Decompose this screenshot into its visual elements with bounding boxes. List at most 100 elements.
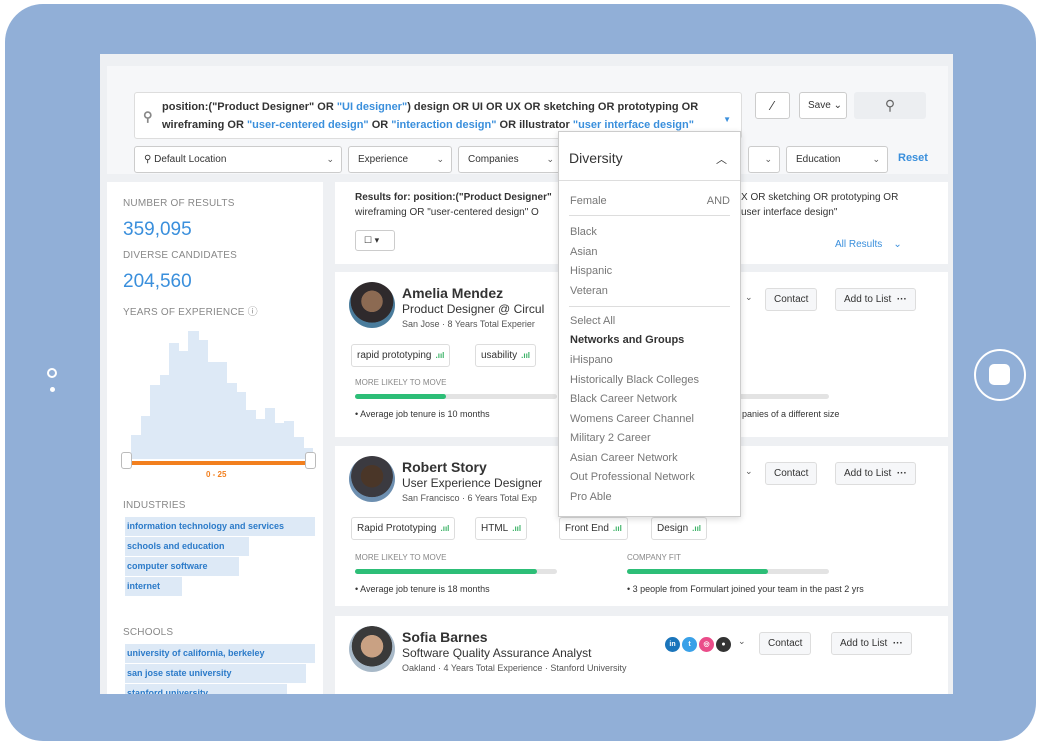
query-fragment: OR: [486, 101, 503, 113]
candidate-details: San Jose · 8 Years Total Experier: [402, 319, 535, 329]
skill-tag[interactable]: Design .ııl: [651, 517, 708, 540]
reset-link[interactable]: Reset: [898, 152, 928, 164]
facet-item[interactable]: schools and education: [125, 537, 249, 556]
histogram-bar: [198, 340, 209, 459]
candidate-name[interactable]: Amelia Mendez: [402, 285, 503, 301]
histogram-bar: [226, 383, 237, 459]
chevron-down-icon: ⌄: [326, 154, 334, 164]
diversity-option[interactable]: Pro Able: [570, 491, 612, 503]
diversity-option[interactable]: Veteran: [570, 285, 608, 297]
histogram-bar: [159, 375, 170, 459]
diversity-option[interactable]: Black: [570, 226, 597, 238]
candidate-name[interactable]: Robert Story: [402, 459, 487, 475]
location-label: Default Location: [154, 154, 227, 165]
query-fragment: UI: [468, 101, 487, 113]
skill-label: Design: [657, 523, 689, 534]
move-meter: [355, 569, 557, 574]
skill-tag[interactable]: rapid prototyping .ııl: [351, 344, 451, 367]
chevron-down-icon[interactable]: ⌄: [745, 466, 753, 477]
results-line2-right: user interface design": [741, 207, 838, 218]
home-button[interactable]: [974, 349, 1026, 401]
github-icon[interactable]: ●: [716, 637, 731, 652]
search-button[interactable]: ⚲: [854, 92, 926, 119]
add-to-list-button[interactable]: Add to List ···: [831, 632, 912, 655]
education-filter[interactable]: Education ⌄: [786, 146, 888, 173]
location-filter[interactable]: ⚲ Default Location ⌄: [134, 146, 342, 173]
diversity-option[interactable]: iHispano: [570, 354, 613, 366]
and-toggle[interactable]: AND: [707, 195, 730, 207]
schools-label: SCHOOLS: [123, 627, 174, 638]
query-fragment: OR: [523, 101, 541, 113]
diversity-dropdown[interactable]: Diversity ︿ AND Female Black Asian Hispanic…: [558, 131, 741, 517]
contact-button[interactable]: Contact: [765, 288, 818, 311]
skill-tag[interactable]: Rapid Prototyping .ııl: [351, 517, 456, 540]
magic-wand-button[interactable]: ⁄: [755, 92, 790, 119]
tenure-value: Average job tenure is 18 months: [360, 584, 490, 594]
diversity-option[interactable]: Out Professional Network: [570, 471, 695, 483]
skill-tag[interactable]: usability .ııl: [475, 344, 537, 367]
facet-item[interactable]: information technology and services: [125, 517, 315, 536]
diversity-option[interactable]: Womens Career Channel: [570, 413, 694, 425]
dribbble-icon[interactable]: ◎: [699, 637, 714, 652]
company-fit-value: 3 people from Formulart joined your team…: [632, 584, 864, 594]
chevron-down-icon[interactable]: ⌄: [738, 636, 746, 647]
signal-icon: .ııl: [692, 524, 702, 533]
chevron-down-icon[interactable]: ⌄: [745, 292, 753, 303]
histogram-bar: [150, 384, 161, 459]
chevron-down-icon: ⌄: [436, 154, 444, 164]
tenure-text: • Average job tenure is 10 months: [355, 409, 490, 419]
avatar: [349, 456, 395, 502]
skill-tag[interactable]: Front End .ııl: [559, 517, 628, 540]
signal-icon: .ııl: [612, 524, 622, 533]
candidate-card[interactable]: Sofia Barnes Software Quality Assurance …: [335, 616, 948, 694]
skill-tag[interactable]: HTML .ııl: [475, 517, 528, 540]
save-button[interactable]: Save ⌄: [799, 92, 847, 119]
contact-button[interactable]: Contact: [759, 632, 812, 655]
chevron-up-icon[interactable]: ︿: [716, 151, 727, 167]
histogram-bar: [217, 361, 228, 459]
skill-label: HTML: [481, 523, 509, 534]
range-handle-max[interactable]: [305, 452, 316, 469]
companies-filter[interactable]: Companies ⌄: [458, 146, 562, 173]
diversity-option[interactable]: Select All: [570, 315, 615, 327]
diversity-option[interactable]: Hispanic: [570, 265, 612, 277]
more-icon[interactable]: ···: [893, 638, 903, 649]
histogram-bar: [255, 418, 266, 459]
linkedin-icon[interactable]: in: [665, 637, 680, 652]
search-icon: ⚲: [884, 97, 896, 113]
diversity-option[interactable]: Asian: [570, 246, 598, 258]
chevron-down-icon: ⌄: [872, 154, 880, 164]
signal-icon: .ııl: [435, 351, 445, 360]
facet-item[interactable]: san jose state university: [125, 664, 306, 683]
facet-item[interactable]: stanford university: [125, 684, 287, 694]
diversity-title: Diversity: [569, 150, 623, 166]
select-all-checkbox[interactable]: ☐ ▾: [355, 230, 395, 251]
results-line2: wireframing OR "user-centered design" O: [355, 207, 539, 218]
experience-filter[interactable]: Experience ⌄: [348, 146, 452, 173]
facet-item[interactable]: university of california, berkeley: [125, 644, 315, 663]
diversity-option[interactable]: Female: [570, 195, 607, 207]
skill-label: Front End: [565, 523, 609, 534]
chevron-down-icon: ⌄: [546, 154, 554, 164]
diversity-option[interactable]: Asian Career Network: [570, 452, 678, 464]
chevron-down-icon[interactable]: ▼: [723, 111, 731, 129]
range-handle-min[interactable]: [121, 452, 132, 469]
diversity-option[interactable]: Historically Black Colleges: [570, 374, 699, 386]
skills-filter[interactable]: ⌄: [748, 146, 780, 173]
facet-item[interactable]: computer software: [125, 557, 239, 576]
more-icon[interactable]: ···: [897, 294, 907, 305]
experience-label: Experience: [358, 154, 409, 165]
contact-button[interactable]: Contact: [765, 462, 818, 485]
experience-range-track[interactable]: [129, 461, 315, 465]
twitter-icon[interactable]: t: [682, 637, 697, 652]
candidate-name[interactable]: Sofia Barnes: [402, 629, 488, 645]
diversity-option[interactable]: Military 2 Career: [570, 432, 651, 444]
diversity-option[interactable]: Black Career Network: [570, 393, 677, 405]
stats-sidebar: NUMBER OF RESULTS 359,095 DIVERSE CANDID…: [107, 182, 323, 694]
facet-item[interactable]: internet: [125, 577, 182, 596]
all-results-dropdown[interactable]: All Results ⌄: [835, 239, 902, 250]
add-to-list-button[interactable]: Add to List ···: [835, 462, 916, 485]
move-label: MORE LIKELY TO MOVE: [355, 553, 447, 562]
more-icon[interactable]: ···: [897, 468, 907, 479]
add-to-list-button[interactable]: Add to List ···: [835, 288, 916, 311]
